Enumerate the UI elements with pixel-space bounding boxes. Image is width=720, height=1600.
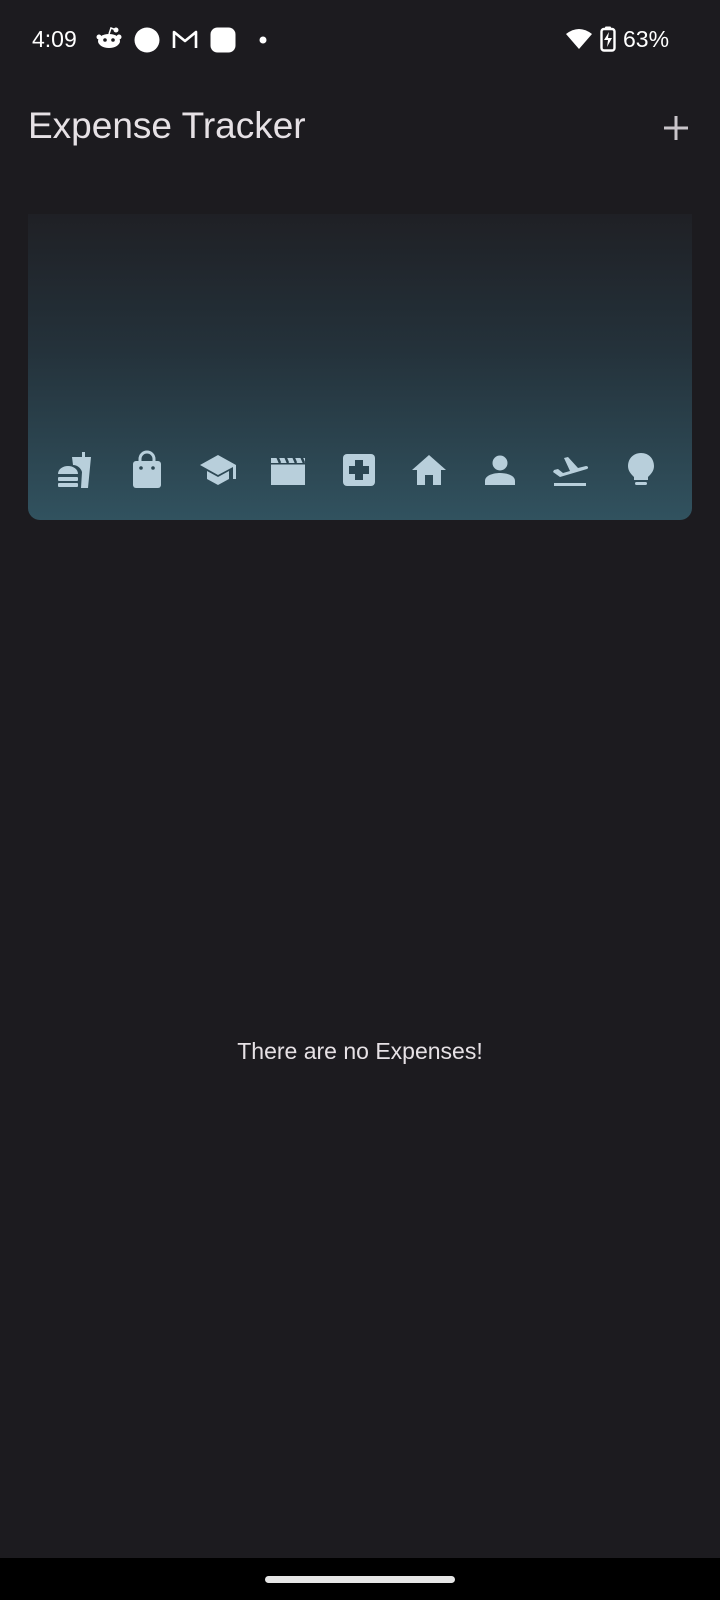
page-title: Expense Tracker (28, 105, 306, 146)
rounded-square-app-icon (210, 27, 236, 53)
expense-chart (28, 214, 692, 520)
battery-percent: 63% (623, 26, 670, 52)
battery-charging-icon (600, 26, 616, 52)
school-icon (200, 455, 236, 485)
status-time: 4:09 (32, 26, 77, 52)
flight-icon (553, 457, 589, 486)
person-icon (485, 455, 515, 485)
fastfood-icon (58, 452, 91, 488)
gmail-icon (172, 30, 198, 48)
category-icon-row (28, 450, 692, 490)
home-icon (412, 455, 446, 485)
home-gesture-handle[interactable] (265, 1576, 455, 1583)
lightbulb-icon (628, 453, 654, 485)
empty-state-message: There are no Expenses! (237, 1038, 483, 1064)
movie-icon (271, 455, 306, 485)
shopping-bag-icon (133, 450, 161, 488)
wifi-icon (566, 29, 592, 49)
reddit-icon (96, 27, 122, 48)
circle-app-icon (134, 27, 160, 53)
add-expense-button[interactable] (652, 104, 700, 152)
dot-icon (259, 36, 267, 44)
medical-icon (343, 454, 375, 486)
status-bar: 4:09 63% (0, 0, 720, 80)
plus-icon (664, 116, 688, 140)
navigation-bar (0, 1558, 720, 1600)
